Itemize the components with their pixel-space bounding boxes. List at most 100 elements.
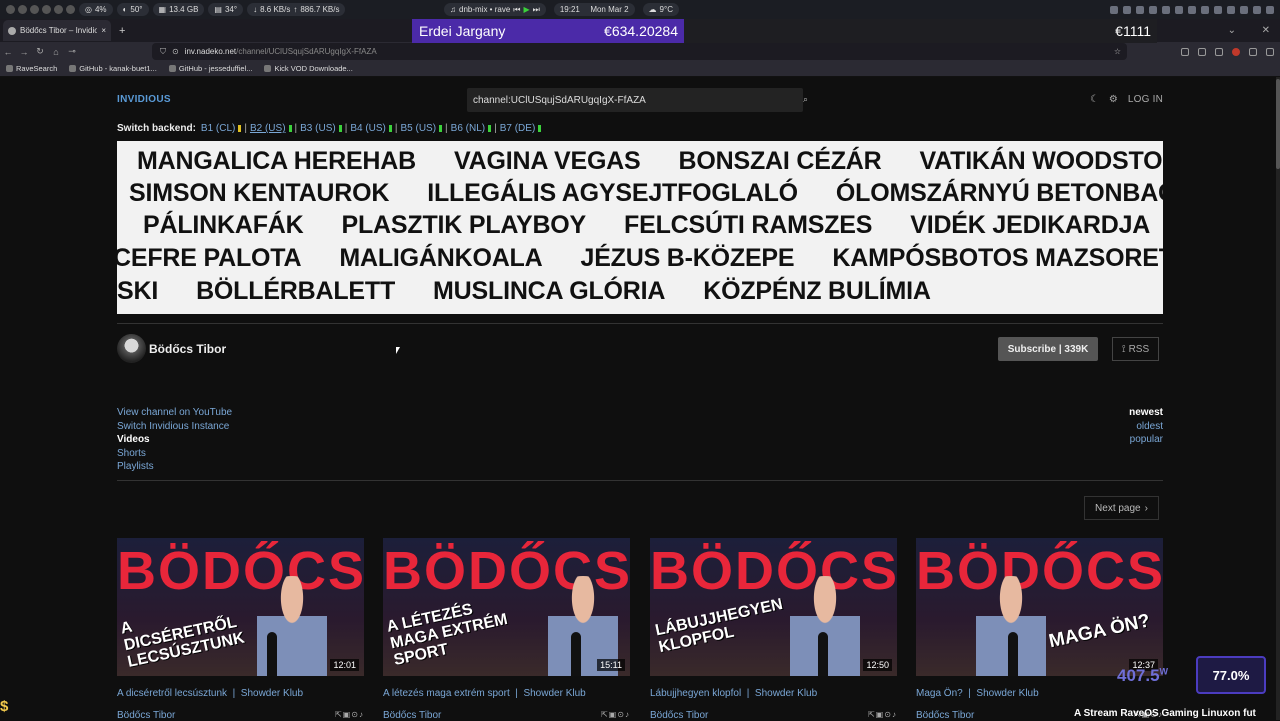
video-duration: 12:50 bbox=[863, 659, 892, 671]
tray-icon[interactable] bbox=[1266, 5, 1274, 14]
bookmark-item[interactable]: GitHub - jesseduffiel... bbox=[168, 64, 252, 73]
close-tab-icon[interactable]: × bbox=[101, 26, 106, 35]
playlists-tab[interactable]: Playlists bbox=[117, 460, 232, 474]
account-icon[interactable] bbox=[1198, 47, 1206, 56]
clock[interactable]: 19:21 Mon Mar 2 bbox=[553, 3, 635, 16]
video-thumbnail[interactable]: BÖDŐCS A LÉTEZÉS MAGA EXTRÉM SPORT 15:11 bbox=[383, 538, 630, 676]
video-action-icons[interactable]: ⇱▣⊙♪ bbox=[868, 710, 897, 721]
microphone-icon bbox=[1008, 632, 1018, 676]
backend-link[interactable]: B4 (US) bbox=[350, 123, 386, 134]
media-player-indicator[interactable]: ♫ dnb-mix • rave ⏮ ▶ ⏭ bbox=[444, 3, 546, 16]
tray-icon[interactable] bbox=[1110, 5, 1118, 14]
video-author[interactable]: Bödőcs Tibor bbox=[916, 710, 974, 721]
tab-active[interactable]: Bödőcs Tibor – Invidious × bbox=[3, 20, 111, 41]
backend-link[interactable]: B3 (US) bbox=[300, 123, 336, 134]
address-bar[interactable]: ⛉ ⊙ inv.nadeko.net/channel/UClUSqujSdARU… bbox=[152, 43, 1127, 60]
play-icon[interactable]: ▶ bbox=[523, 5, 529, 14]
back-icon[interactable]: ← bbox=[0, 47, 16, 57]
tray-icon[interactable] bbox=[1175, 5, 1183, 14]
prev-icon[interactable]: ⏮ bbox=[513, 5, 520, 15]
home-icon[interactable]: ⌂ bbox=[48, 47, 64, 57]
close-window-icon[interactable]: ✕ bbox=[1262, 25, 1270, 36]
login-link[interactable]: LOG IN bbox=[1128, 94, 1163, 105]
tray-icon[interactable] bbox=[1149, 5, 1157, 14]
menu-icon[interactable] bbox=[1266, 47, 1274, 56]
page-info-icon[interactable]: ⊙ bbox=[172, 47, 179, 56]
forward-icon[interactable]: → bbox=[16, 47, 32, 57]
subscribe-button[interactable]: Subscribe | 339K bbox=[998, 337, 1098, 361]
thumbnail-caption: MAGA ÖN? bbox=[1047, 610, 1152, 653]
video-card[interactable]: BÖDŐCS A DICSÉRETRŐL LECSÚSZTUNK 12:01 A… bbox=[117, 538, 364, 721]
view-on-youtube-link[interactable]: View channel on YouTube bbox=[117, 406, 232, 420]
chevron-down-icon[interactable]: ⌄ bbox=[1228, 25, 1236, 36]
tray-icon[interactable] bbox=[1123, 5, 1131, 14]
search-input[interactable]: channel:UClUSqujSdARUgqIgX-FfAZA bbox=[467, 88, 803, 112]
workspace-dots[interactable] bbox=[6, 5, 75, 14]
next-page-button[interactable]: Next page › bbox=[1084, 496, 1159, 520]
video-card[interactable]: BÖDŐCS LÁBUJJHEGYEN KLOPFOL 12:50 Lábujj… bbox=[650, 538, 897, 721]
network-indicator: ↓ 8.6 KB/s ↑ 886.7 KB/s bbox=[247, 3, 346, 16]
tray-icon[interactable] bbox=[1188, 5, 1196, 14]
channel-name[interactable]: Bödőcs Tibor bbox=[149, 342, 226, 356]
video-author[interactable]: Bödőcs Tibor bbox=[117, 710, 175, 721]
stream-ticker-text: A Stream RaveOS Gaming Linuxon fut bbox=[1074, 708, 1256, 719]
new-tab-icon[interactable]: + bbox=[119, 25, 125, 37]
tray-icon[interactable] bbox=[1227, 5, 1235, 14]
next-icon[interactable]: ⏭ bbox=[533, 5, 540, 15]
tray-icon[interactable] bbox=[1162, 5, 1170, 14]
backend-link[interactable]: B7 (DE) bbox=[500, 123, 536, 134]
video-card[interactable]: BÖDŐCS A LÉTEZÉS MAGA EXTRÉM SPORT 15:11… bbox=[383, 538, 630, 721]
rss-button[interactable]: ⟟ RSS bbox=[1112, 337, 1159, 361]
sort-oldest[interactable]: oldest bbox=[1129, 420, 1163, 434]
reload-icon[interactable]: ↻ bbox=[32, 46, 48, 57]
browser-nav-bar: ← → ↻ ⌂ ⊸ ⛉ ⊙ inv.nadeko.net/channel/UCl… bbox=[0, 42, 1280, 61]
video-author[interactable]: Bödőcs Tibor bbox=[650, 710, 708, 721]
video-action-icons[interactable]: ⇱▣⊙♪ bbox=[601, 710, 630, 721]
video-title[interactable]: Lábujjhegyen klopfol | Showder Klub bbox=[650, 688, 897, 699]
sort-popular[interactable]: popular bbox=[1129, 433, 1163, 447]
bookmark-star-icon[interactable]: ☆ bbox=[1114, 47, 1121, 56]
tray-icon[interactable] bbox=[1214, 5, 1222, 14]
video-action-icons[interactable]: ⇱▣⊙♪ bbox=[335, 710, 364, 721]
weather-indicator[interactable]: ☁ 9°C bbox=[642, 3, 679, 16]
channel-banner: MANGALICA HEREHAB VAGINA VEGAS BONSZAI CÉZ… bbox=[117, 141, 1163, 314]
invidious-logo[interactable]: INVIDIOUS bbox=[117, 94, 171, 105]
channel-avatar[interactable] bbox=[117, 334, 146, 363]
tray-icon[interactable] bbox=[1201, 5, 1209, 14]
shield-icon[interactable]: ⛉ bbox=[160, 47, 166, 57]
bookmark-item[interactable]: RaveSearch bbox=[6, 64, 57, 73]
tray-icon[interactable] bbox=[1253, 5, 1261, 14]
backend-link[interactable]: B5 (US) bbox=[400, 123, 436, 134]
banner-row: MANGALICA HEREHAB VAGINA VEGAS BONSZAI CÉZ… bbox=[137, 147, 1163, 175]
backend-link-selected[interactable]: B2 (US) bbox=[250, 123, 286, 134]
search-icon[interactable]: ⌕ bbox=[803, 94, 808, 105]
scrollbar-thumb[interactable] bbox=[1276, 79, 1280, 169]
switch-instance-link[interactable]: Switch Invidious Instance bbox=[117, 420, 232, 434]
bookmark-item[interactable]: Kick VOD Downloade... bbox=[264, 64, 353, 73]
bookmark-item[interactable]: GitHub - kanak-buet1... bbox=[69, 64, 157, 73]
extensions-icon[interactable] bbox=[1215, 47, 1223, 56]
tray-icon[interactable] bbox=[1240, 5, 1248, 14]
video-thumbnail[interactable]: BÖDŐCS MAGA ÖN? 12:37 bbox=[916, 538, 1163, 676]
video-card[interactable]: BÖDŐCS MAGA ÖN? 12:37 Maga Ön? | Showder… bbox=[916, 538, 1163, 721]
backend-link[interactable]: B6 (NL) bbox=[451, 123, 485, 134]
backend-link[interactable]: B1 (CL) bbox=[201, 123, 235, 134]
video-title[interactable]: A dicséretről lecsúsztunk | Showder Klub bbox=[117, 688, 364, 699]
theme-toggle-icon[interactable]: ☾ bbox=[1090, 94, 1099, 105]
shorts-tab[interactable]: Shorts bbox=[117, 447, 232, 461]
extension-icon[interactable]: ⊸ bbox=[64, 46, 80, 57]
tray-icon[interactable] bbox=[1136, 5, 1144, 14]
videos-tab[interactable]: Videos bbox=[117, 433, 232, 447]
video-title[interactable]: Maga Ön? | Showder Klub bbox=[916, 688, 1163, 699]
downloads-icon[interactable] bbox=[1181, 47, 1189, 56]
settings-gear-icon[interactable]: ⚙ bbox=[1109, 94, 1118, 105]
sort-newest[interactable]: newest bbox=[1129, 406, 1163, 420]
video-thumbnail[interactable]: BÖDŐCS LÁBUJJHEGYEN KLOPFOL 12:50 bbox=[650, 538, 897, 676]
backend-switcher: Switch backend: B1 (CL) | B2 (US) | B3 (US… bbox=[117, 123, 542, 134]
video-thumbnail[interactable]: BÖDŐCS A DICSÉRETRŐL LECSÚSZTUNK 12:01 bbox=[117, 538, 364, 676]
page-scrollbar[interactable] bbox=[1276, 77, 1280, 720]
video-title[interactable]: A létezés maga extrém sport | Showder Kl… bbox=[383, 688, 630, 699]
video-author[interactable]: Bödőcs Tibor bbox=[383, 710, 441, 721]
ublock-icon[interactable] bbox=[1232, 47, 1240, 56]
puzzle-icon[interactable] bbox=[1249, 47, 1257, 56]
